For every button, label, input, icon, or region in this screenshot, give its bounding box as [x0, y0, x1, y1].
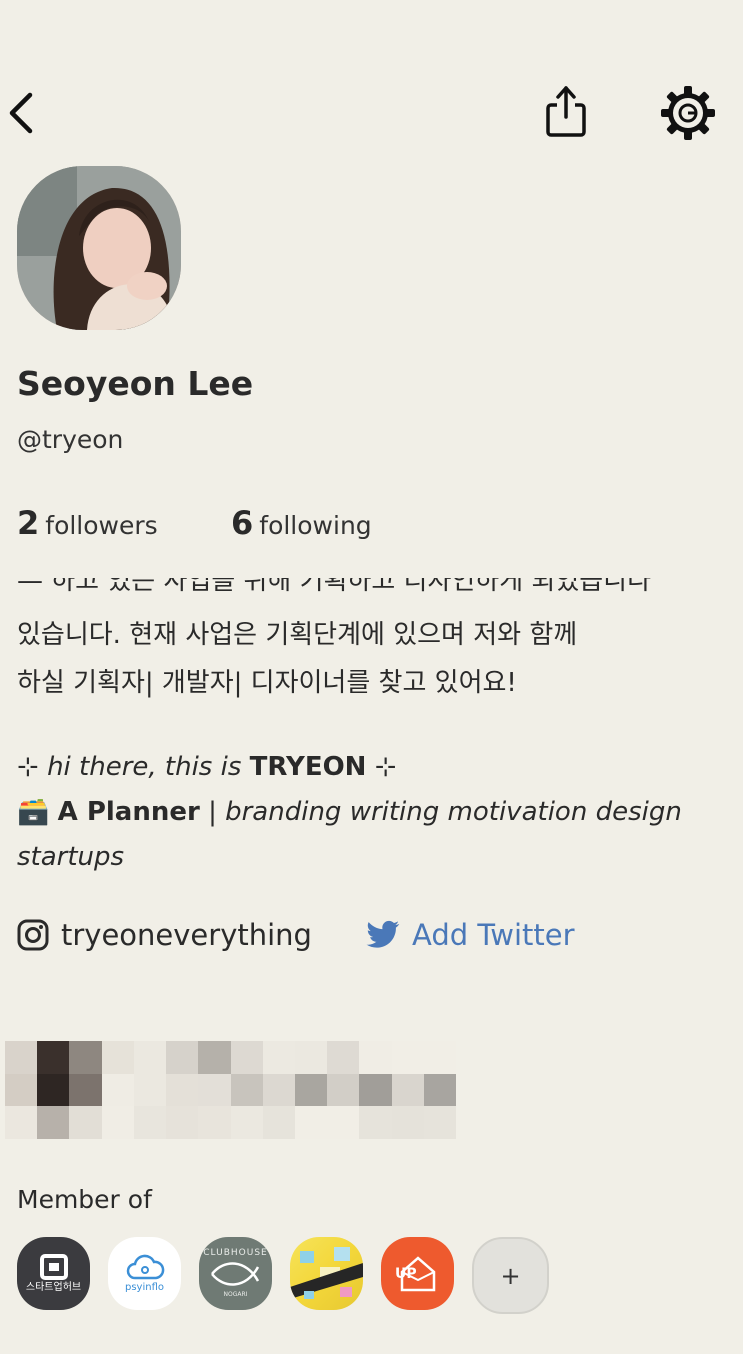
followers-stat[interactable]: 2 followers [17, 504, 158, 542]
club-startup-illustration[interactable] [290, 1237, 363, 1310]
instagram-link[interactable]: tryeoneverything [17, 918, 312, 952]
club-psyinflo[interactable]: psyinflo [108, 1237, 181, 1310]
profile-avatar[interactable] [17, 166, 181, 330]
bio-role: 🗃️ A Planner | branding writing motivati… [17, 797, 682, 827]
file-box-icon: 🗃️ [17, 797, 50, 827]
pixelated-redaction [5, 1041, 456, 1139]
bio-line-cut: — 하고 있는 사업을 위해 기획하고 디자인하게 되었습니다 [17, 578, 652, 596]
following-count: 6 [231, 504, 254, 542]
following-stat[interactable]: 6 following [231, 504, 372, 542]
share-button[interactable] [538, 80, 594, 142]
bio-intro: ⊹ hi there, this is TRYEON ⊹ [17, 752, 397, 782]
avatar-photo [17, 166, 181, 330]
club-startup-hub[interactable]: 스타트업허브 [17, 1237, 90, 1310]
bio-brand: TRYEON [249, 752, 367, 782]
square-logo-icon [39, 1254, 68, 1280]
bio-role-tags: branding writing motivation design [225, 797, 682, 827]
sparkle-icon: ⊹ [17, 752, 39, 782]
profile-name: Seoyeon Lee [17, 364, 254, 403]
fish-icon [210, 1261, 259, 1286]
add-club-button[interactable]: + [472, 1237, 549, 1314]
share-icon [546, 86, 586, 137]
bio-line-2: 하실 기획자| 개발자| 디자이너를 찾고 있어요! [17, 668, 517, 698]
add-twitter-link[interactable]: Add Twitter [366, 918, 575, 952]
settings-button[interactable] [656, 82, 720, 144]
club-up[interactable]: UP [381, 1237, 454, 1310]
twitter-bird-icon [366, 920, 400, 948]
following-label: following [259, 511, 372, 540]
settings-gear-icon [661, 86, 715, 140]
member-of-title: Member of [17, 1185, 152, 1214]
bio-intro-text: hi there, this is [47, 752, 242, 782]
profile-handle: @tryeon [17, 425, 124, 454]
bio-role-title: A Planner [57, 797, 200, 827]
plus-icon: + [500, 1261, 521, 1290]
startup-illustration-icon [290, 1247, 363, 1299]
followers-label: followers [45, 511, 158, 540]
club-list: 스타트업허브 psyinflo CLUBHOUSE NOGARI UP + [17, 1237, 549, 1314]
add-twitter-label: Add Twitter [412, 918, 575, 952]
bio-line-1: 있습니다. 현재 사업은 기획단계에 있으며 저와 함께 [17, 620, 578, 650]
sparkle-icon: ⊹ [374, 752, 397, 782]
followers-count: 2 [17, 504, 40, 542]
instagram-label: tryeoneverything [61, 918, 312, 952]
cloud-icon [126, 1254, 164, 1280]
instagram-icon [17, 919, 49, 951]
bio-role-separator: | [208, 797, 217, 827]
bio-role-tags-2: startups [17, 842, 125, 872]
club-clubhouse-nogari[interactable]: CLUBHOUSE NOGARI [199, 1237, 272, 1310]
back-button[interactable] [0, 88, 40, 138]
chevron-left-icon [9, 92, 33, 134]
